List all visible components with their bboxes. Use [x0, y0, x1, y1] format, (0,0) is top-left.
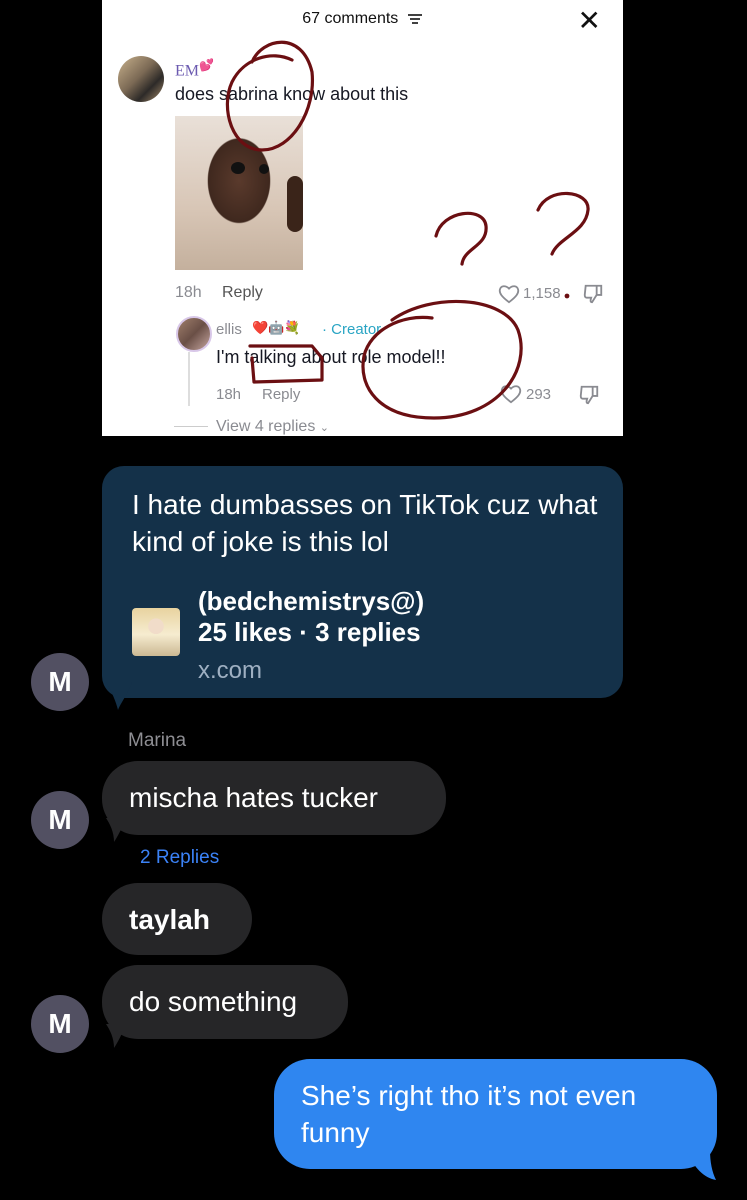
- message-text: She’s right tho it’s not even funny: [301, 1080, 637, 1148]
- creator-tag: · Creator: [322, 321, 382, 338]
- comment-count-header: 67 comments: [102, 10, 623, 28]
- like-count: 1,158: [523, 285, 561, 302]
- thread-replies-link[interactable]: 2 Replies: [140, 847, 219, 869]
- dislike-icon: [579, 385, 599, 405]
- contact-avatar[interactable]: M: [31, 653, 89, 711]
- comment-text: does sabrina know about this: [175, 84, 409, 104]
- image-detail: [231, 162, 245, 174]
- creator-avatar: [176, 316, 212, 352]
- comment-time: 18h: [175, 284, 202, 301]
- bubble-tail: [686, 1150, 716, 1180]
- heart-icon: [500, 385, 522, 404]
- heart-icon: [498, 285, 520, 304]
- incoming-message[interactable]: taylah: [102, 883, 252, 955]
- comment-count-label: 67 comments: [302, 10, 399, 27]
- heart-emoji: 💕: [199, 58, 214, 72]
- reply-button: Reply: [222, 284, 263, 301]
- creator-name: ellis: [216, 321, 242, 338]
- commenter-name-text: EM: [175, 62, 199, 80]
- emoji-badges: ❤️🤖💐: [252, 320, 301, 335]
- view-replies-link: View 4 replies ⌄: [216, 418, 329, 436]
- filter-icon: [407, 13, 422, 24]
- tiktok-screenshot[interactable]: 67 comments ✕ EM💕 does sabrina know abou…: [102, 0, 623, 436]
- divider: [174, 426, 208, 427]
- post-author-avatar: [132, 608, 180, 656]
- like-count: 293: [526, 386, 552, 403]
- contact-avatar[interactable]: M: [31, 995, 89, 1053]
- thread-line: [188, 352, 190, 406]
- incoming-message[interactable]: do something: [102, 965, 348, 1039]
- message-text: taylah: [129, 904, 210, 935]
- message-text: do something: [129, 986, 298, 1017]
- incoming-message[interactable]: mischa hates tucker: [102, 761, 446, 835]
- image-detail: [259, 164, 269, 174]
- image-detail: [287, 176, 303, 232]
- shared-post-bubble[interactable]: I hate dumbasses on TikTok cuz what kind…: [102, 466, 623, 698]
- post-domain: x.com: [198, 657, 263, 684]
- reply-time: 18h: [216, 386, 242, 403]
- message-text: mischa hates tucker: [129, 782, 378, 813]
- shared-post-text: I hate dumbasses on TikTok cuz what kind…: [132, 489, 598, 557]
- dislike-icon: [583, 284, 603, 304]
- reply-text: I'm talking about role model!!: [216, 347, 446, 367]
- reply-button: Reply: [262, 386, 301, 403]
- close-icon: ✕: [577, 5, 601, 36]
- sender-name: Marina: [128, 730, 187, 751]
- outgoing-message[interactable]: She’s right tho it’s not even funny: [274, 1059, 717, 1169]
- view-replies-label: View 4 replies: [216, 418, 316, 435]
- commenter-name: EM💕: [175, 58, 214, 80]
- post-stats: 25 likes · 3 replies: [198, 617, 421, 647]
- bubble-tail: [106, 682, 132, 710]
- bubble-tail: [106, 1024, 126, 1048]
- reaction-image: [175, 116, 303, 270]
- chevron-down-icon: ⌄: [319, 422, 329, 434]
- contact-avatar[interactable]: M: [31, 791, 89, 849]
- bubble-tail: [106, 818, 126, 842]
- commenter-avatar: [118, 56, 164, 102]
